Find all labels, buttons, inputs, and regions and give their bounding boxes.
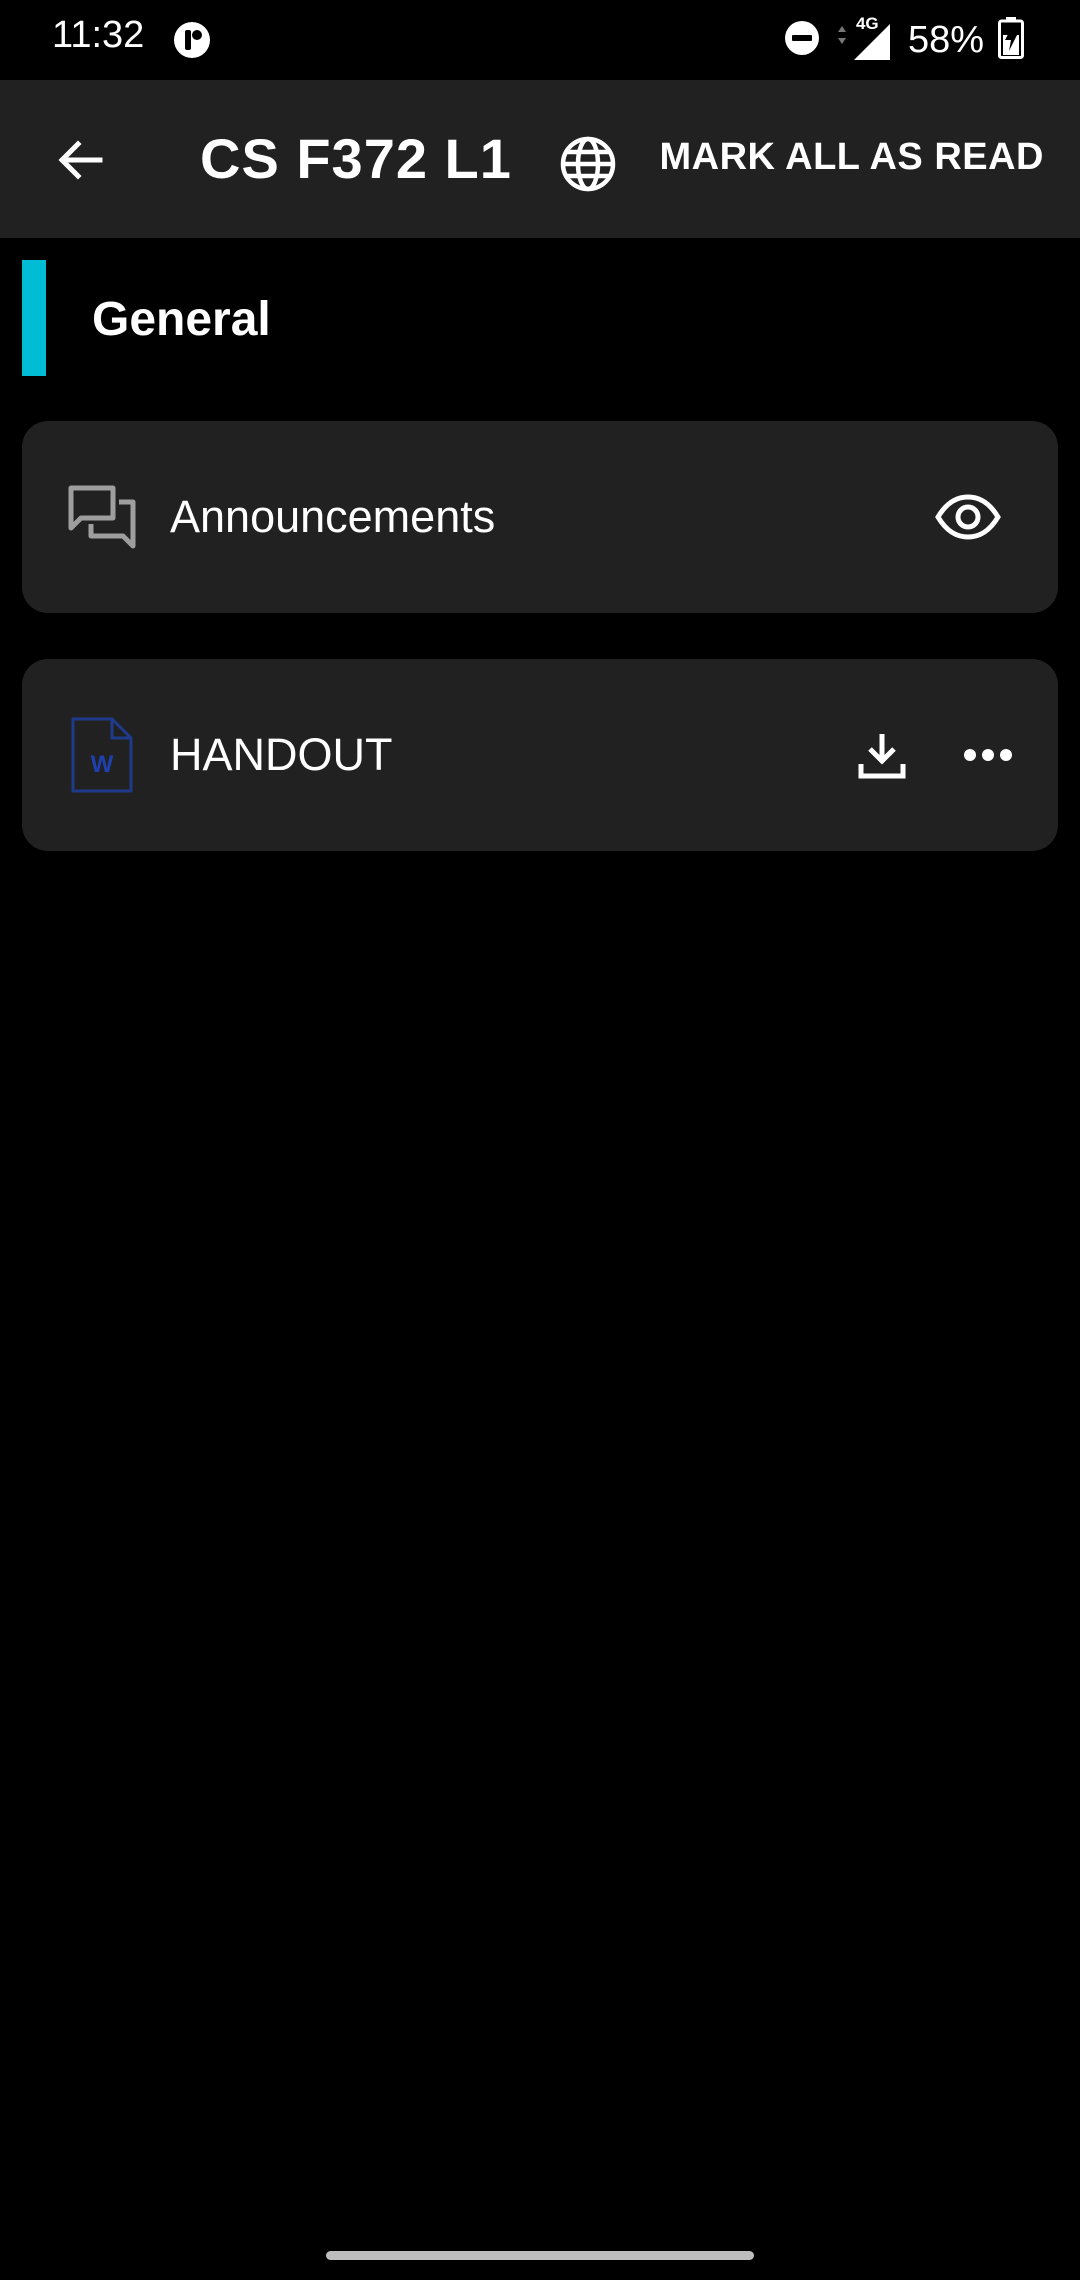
forum-icon xyxy=(66,481,138,553)
list-item-announcements[interactable]: Announcements xyxy=(22,421,1058,613)
open-in-browser-button[interactable] xyxy=(548,124,628,204)
more-horizontal-icon xyxy=(964,749,1012,761)
mark-all-read-button[interactable]: MARK ALL AS READ xyxy=(660,136,1044,179)
word-document-icon: W xyxy=(66,717,138,793)
list-item-handout[interactable]: W HANDOUT xyxy=(22,659,1058,851)
mark-read-toggle[interactable] xyxy=(922,471,1014,563)
section-title: General xyxy=(92,293,271,346)
status-bar: 11:32 4G 58% xyxy=(0,0,1080,80)
app-bar: CS F372 L1 MARK ALL AS READ xyxy=(0,80,1080,238)
more-options-button[interactable] xyxy=(942,709,1034,801)
download-button[interactable] xyxy=(836,709,928,801)
svg-text:W: W xyxy=(91,751,114,778)
app-notification-icon xyxy=(172,20,212,60)
item-label: HANDOUT xyxy=(170,729,393,780)
status-icons: 4G 58% xyxy=(784,14,1024,66)
globe-icon xyxy=(560,136,616,192)
section-accent-bar xyxy=(22,260,46,376)
battery-charging-icon xyxy=(998,16,1024,64)
item-label: Announcements xyxy=(170,491,496,542)
status-time: 11:32 xyxy=(52,14,145,56)
do-not-disturb-icon xyxy=(784,20,820,61)
network-type-label: 4G xyxy=(855,14,879,33)
battery-percent: 58% xyxy=(907,18,984,61)
arrow-back-icon xyxy=(58,140,103,180)
eye-icon xyxy=(935,494,1001,540)
back-button[interactable] xyxy=(40,120,120,200)
page-title: CS F372 L1 xyxy=(200,127,512,190)
gesture-navigation-bar[interactable] xyxy=(326,2251,754,2260)
section-header: General xyxy=(22,260,1058,376)
signal-4g-icon: 4G xyxy=(834,14,894,62)
download-icon xyxy=(858,734,906,779)
